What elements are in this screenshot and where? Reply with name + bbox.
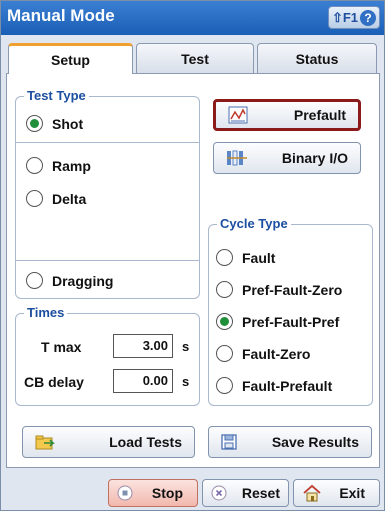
radio-indicator [26, 115, 43, 132]
help-icon: ? [360, 9, 377, 26]
load-tests-label: Load Tests [109, 434, 182, 450]
prefault-button[interactable]: Prefault [213, 99, 361, 131]
tab-test[interactable]: Test [136, 43, 254, 73]
times-group: Times T max 3.00 s CB delay 0.00 s [15, 305, 200, 406]
radio-indicator [216, 249, 233, 266]
radio-indicator [216, 313, 233, 330]
radio-fault[interactable]: Fault [216, 249, 275, 266]
reset-icon [211, 485, 227, 501]
divider [16, 260, 199, 261]
t-max-input[interactable]: 3.00 [113, 334, 173, 358]
radio-ramp[interactable]: Ramp [26, 157, 91, 174]
radio-label: Ramp [52, 157, 91, 174]
radio-pref-fault-pref[interactable]: Pref-Fault-Pref [216, 313, 339, 330]
cycle-type-legend: Cycle Type [217, 216, 291, 231]
help-key-label: ⇧F1 [331, 9, 359, 25]
radio-label: Delta [52, 190, 87, 207]
radio-pref-fault-zero[interactable]: Pref-Fault-Zero [216, 281, 342, 298]
setup-panel: Test Type Shot Ramp Delta Dragging Prefa… [6, 73, 380, 468]
help-button[interactable]: ⇧F1 ? [328, 6, 380, 29]
radio-label: Shot [52, 115, 84, 132]
window-title: Manual Mode [7, 6, 115, 25]
radio-indicator [216, 345, 233, 362]
save-icon [221, 434, 237, 450]
stop-icon [117, 485, 133, 501]
stop-button[interactable]: Stop [108, 479, 198, 507]
radio-dragging[interactable]: Dragging [26, 272, 113, 289]
save-results-button[interactable]: Save Results [208, 426, 372, 458]
reset-label: Reset [241, 485, 280, 501]
times-legend: Times [24, 305, 68, 320]
title-bar: Manual Mode ⇧F1 ? [1, 1, 384, 35]
cycle-type-group: Cycle Type Fault Pref-Fault-Zero Pref-Fa… [208, 216, 373, 406]
radio-indicator [26, 157, 43, 174]
tab-status[interactable]: Status [257, 43, 377, 73]
cb-delay-unit: s [182, 374, 190, 389]
radio-indicator [26, 190, 43, 207]
exit-label: Exit [339, 485, 365, 501]
test-type-group: Test Type Shot Ramp Delta Dragging [15, 88, 200, 299]
radio-indicator [26, 272, 43, 289]
radio-label: Pref-Fault-Zero [242, 281, 343, 298]
radio-indicator [216, 281, 233, 298]
t-max-unit: s [182, 339, 190, 354]
binary-io-label: Binary I/O [281, 150, 348, 166]
radio-fault-prefault[interactable]: Fault-Prefault [216, 377, 332, 394]
home-icon [303, 484, 321, 502]
binary-io-button[interactable]: Binary I/O [213, 142, 361, 174]
radio-fault-zero[interactable]: Fault-Zero [216, 345, 310, 362]
radio-label: Fault-Prefault [242, 377, 333, 394]
cb-delay-label: CB delay [24, 374, 84, 390]
radio-label: Pref-Fault-Pref [242, 313, 340, 330]
radio-label: Fault [242, 249, 276, 266]
t-max-label: T max [41, 339, 82, 355]
footer-bar: Stop Reset Exit [1, 471, 384, 510]
load-tests-icon [35, 435, 55, 450]
radio-delta[interactable]: Delta [26, 190, 86, 207]
prefault-label: Prefault [293, 107, 346, 123]
tab-bar: Setup Test Status [6, 43, 380, 74]
radio-indicator [216, 377, 233, 394]
radio-label: Fault-Zero [242, 345, 311, 362]
radio-shot[interactable]: Shot [26, 115, 83, 132]
exit-button[interactable]: Exit [293, 479, 380, 507]
radio-label: Dragging [52, 272, 114, 289]
divider [16, 142, 199, 143]
test-type-legend: Test Type [24, 88, 89, 103]
save-results-label: Save Results [271, 434, 359, 450]
binary-io-icon [227, 150, 247, 166]
load-tests-button[interactable]: Load Tests [22, 426, 195, 458]
tab-setup[interactable]: Setup [8, 43, 133, 74]
prefault-icon [228, 106, 248, 124]
reset-button[interactable]: Reset [202, 479, 289, 507]
manual-mode-window: Manual Mode ⇧F1 ? Setup Test Status Test… [0, 0, 385, 511]
cb-delay-input[interactable]: 0.00 [113, 369, 173, 393]
stop-label: Stop [151, 485, 183, 501]
